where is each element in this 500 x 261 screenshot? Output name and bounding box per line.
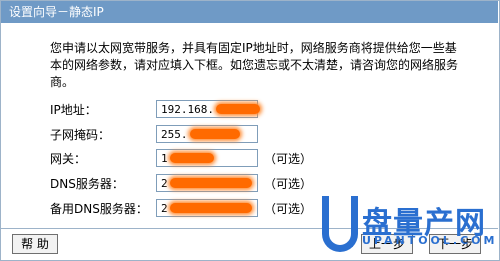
gateway-value: 1 <box>161 152 168 165</box>
secondary-dns-label: 备用DNS服务器： <box>50 202 148 216</box>
dns-optional-note: （可选） <box>264 177 313 191</box>
watermark-url: UPANTOOL.COM <box>362 234 498 247</box>
help-button[interactable]: 帮 助 <box>12 234 58 254</box>
redaction-mark <box>216 104 260 114</box>
redaction-mark <box>190 129 240 139</box>
ip-address-value: 192.168. <box>161 103 214 116</box>
secondary-dns-value: 2 <box>161 202 168 215</box>
u-disk-logo-icon <box>322 196 358 252</box>
ip-address-label: IP地址： <box>50 103 97 117</box>
dns-label: DNS服务器： <box>50 177 124 191</box>
site-watermark: 盘量产网 UPANTOOL.COM <box>322 196 497 259</box>
secondary-dns-optional-note: （可选） <box>264 202 313 216</box>
gateway-label: 网关： <box>50 152 87 166</box>
gateway-optional-note: （可选） <box>264 152 313 166</box>
dns-value: 2 <box>161 177 168 190</box>
redaction-mark <box>170 178 252 188</box>
subnet-mask-value: 255. <box>161 128 188 141</box>
wizard-title: 设置向导－静态IP <box>1 1 498 23</box>
subnet-mask-label: 子网掩码： <box>50 128 111 142</box>
wizard-description: 您申请以太网宽带服务，并具有固定IP地址时，网络服务商将提供给您一些基本的网络参… <box>50 41 459 89</box>
redaction-mark <box>170 203 252 213</box>
redaction-mark <box>170 153 214 163</box>
